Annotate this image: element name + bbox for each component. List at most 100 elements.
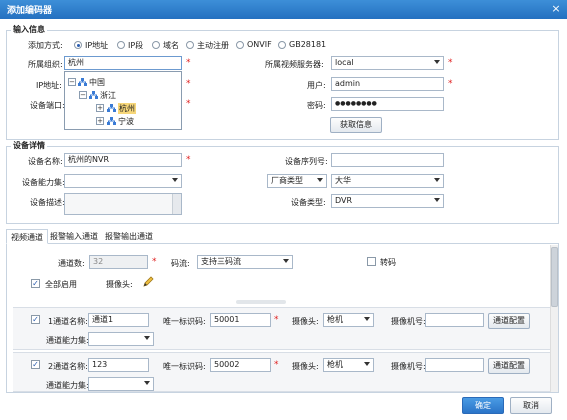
channel-2-camno-input[interactable] [425,358,484,372]
channel-1-config-button[interactable]: 通道配置 [488,313,530,329]
close-icon[interactable]: × [550,3,562,15]
org-input[interactable]: 杭州 [64,56,182,70]
server-required-mark: * [448,58,453,68]
tab-alarm-input[interactable]: 报警输入通道 [46,229,102,244]
serial-input[interactable] [331,153,444,167]
mode-label-gb28181: GB28181 [289,40,327,49]
tab-alarm-output[interactable]: 报警输出通道 [101,229,157,244]
channel-1-cam-label: 摄像头: [292,317,319,326]
channel-2-name-input[interactable]: 123 [88,358,149,372]
channel-1-camno-input[interactable] [425,313,484,327]
tree-node-china[interactable]: 中国 [89,77,105,88]
channel-1-checkbox[interactable]: ✓ [31,315,40,324]
splitter-handle[interactable] [236,300,286,304]
channel-2-cap-select[interactable] [88,377,154,391]
chevron-down-icon [144,336,150,340]
tree-node-hangzhou[interactable]: 杭州 [118,103,136,114]
mode-radio-ip-range[interactable] [117,41,125,49]
channel-1-cam-value: 枪机 [327,315,343,324]
device-type-label: 设备类型: [291,198,326,207]
channel-1-cap-label: 通道能力集: [46,336,89,345]
channel-1-cap-select[interactable] [88,332,154,346]
device-name-label: 设备名称: [28,157,63,166]
mode-label-ip-range: IP段 [128,41,144,50]
desc-scroll-arrows[interactable] [172,194,181,214]
ip-required-mark: * [186,79,191,89]
password-input[interactable]: ●●●●●●●● [331,97,444,111]
cancel-button[interactable]: 取消 [510,397,552,414]
channel-1-cam-select[interactable]: 枪机 [323,313,374,327]
chevron-down-icon [364,317,370,321]
vendor-select[interactable]: 大华 [331,174,444,188]
channel-2-camno-label: 摄像机号: [391,362,426,371]
channel-1-camno-label: 摄像机号: [391,317,426,326]
channel-count-label: 通道数: [58,259,85,268]
transcode-checkbox[interactable] [367,257,376,266]
channel-1-uid-required-mark: * [274,315,279,325]
channel-1-uid-input[interactable]: 50001 [210,313,271,327]
user-input[interactable]: admin [331,77,444,91]
device-desc-label: 设备描述: [30,198,65,207]
chevron-down-icon [144,381,150,385]
expand-icon[interactable]: + [96,104,104,112]
channel-list-scrollbar[interactable] [550,245,558,392]
chevron-down-icon [172,178,178,182]
enable-all-label: 全部启用 [45,280,77,289]
channel-2-config-button[interactable]: 通道配置 [488,358,530,374]
chevron-down-icon [434,178,440,182]
add-mode-label: 添加方式: [28,41,63,50]
server-select[interactable]: local [331,56,444,70]
org-node-icon [89,91,98,99]
channel-2-name-label: 2通道名称: [48,362,88,371]
channel-2-uid-input[interactable]: 50002 [210,358,271,372]
channel-2-checkbox[interactable]: ✓ [31,360,40,369]
org-required-mark: * [186,58,191,68]
chevron-down-icon [283,259,289,263]
port-required-mark: * [186,99,191,109]
device-capability-select[interactable] [64,174,182,188]
org-node-icon [107,104,116,112]
mode-radio-gb28181[interactable] [278,41,286,49]
channel-2-uid-label: 唯一标识码: [163,362,206,371]
ip-label: IP地址: [36,81,62,90]
mode-label-ip: IP地址 [85,41,109,50]
collapse-icon[interactable]: − [68,78,76,86]
mode-radio-onvif[interactable] [236,41,244,49]
tree-node-zhejiang[interactable]: 浙江 [100,90,116,101]
fetch-info-button[interactable]: 获取信息 [330,117,382,133]
collapse-icon[interactable]: − [79,91,87,99]
tab-video-channel[interactable]: 视频通道 [6,229,48,244]
camera-label: 摄像头: [106,280,133,289]
scrollbar-thumb[interactable] [551,247,558,307]
ok-button[interactable]: 确定 [462,397,504,414]
vendor-type-select[interactable]: 厂商类型 [267,174,327,188]
user-required-mark: * [448,79,453,89]
mode-radio-active-register[interactable] [186,41,194,49]
device-desc-textarea[interactable] [64,193,182,215]
org-tree-dropdown[interactable]: − 中国 − 浙江 + 杭州 + 宁波 [64,71,182,130]
channel-2-cam-select[interactable]: 枪机 [323,358,374,372]
mode-radio-ip[interactable] [74,41,82,49]
org-label: 所属组织: [28,60,63,69]
input-info-legend: 输入信息 [11,24,47,35]
channel-2-uid-required-mark: * [274,360,279,370]
mode-label-onvif: ONVIF [247,40,272,49]
expand-icon[interactable]: + [96,117,104,125]
device-type-select[interactable]: DVR [331,194,444,208]
channel-1-name-input[interactable]: 通道1 [88,313,149,327]
enable-all-checkbox[interactable]: ✓ [31,279,40,288]
dialog-titlebar: 添加编码器 × [0,0,567,19]
stream-select[interactable]: 支持三码流 [197,255,293,269]
password-label: 密码: [307,101,326,110]
device-name-required-mark: * [186,155,191,165]
device-name-input[interactable]: 杭州的NVR [64,153,182,167]
channel-count-input[interactable]: 32 [89,255,148,269]
tree-node-ningbo[interactable]: 宁波 [118,116,134,127]
vendor-select-value: 大华 [335,176,351,185]
stream-label: 码流: [171,259,190,268]
channel-2-cam-value: 枪机 [327,360,343,369]
vendor-type-select-value: 厂商类型 [271,176,303,185]
mode-radio-domain[interactable] [152,41,160,49]
user-label: 用户: [307,81,326,90]
pencil-icon[interactable] [142,276,154,288]
